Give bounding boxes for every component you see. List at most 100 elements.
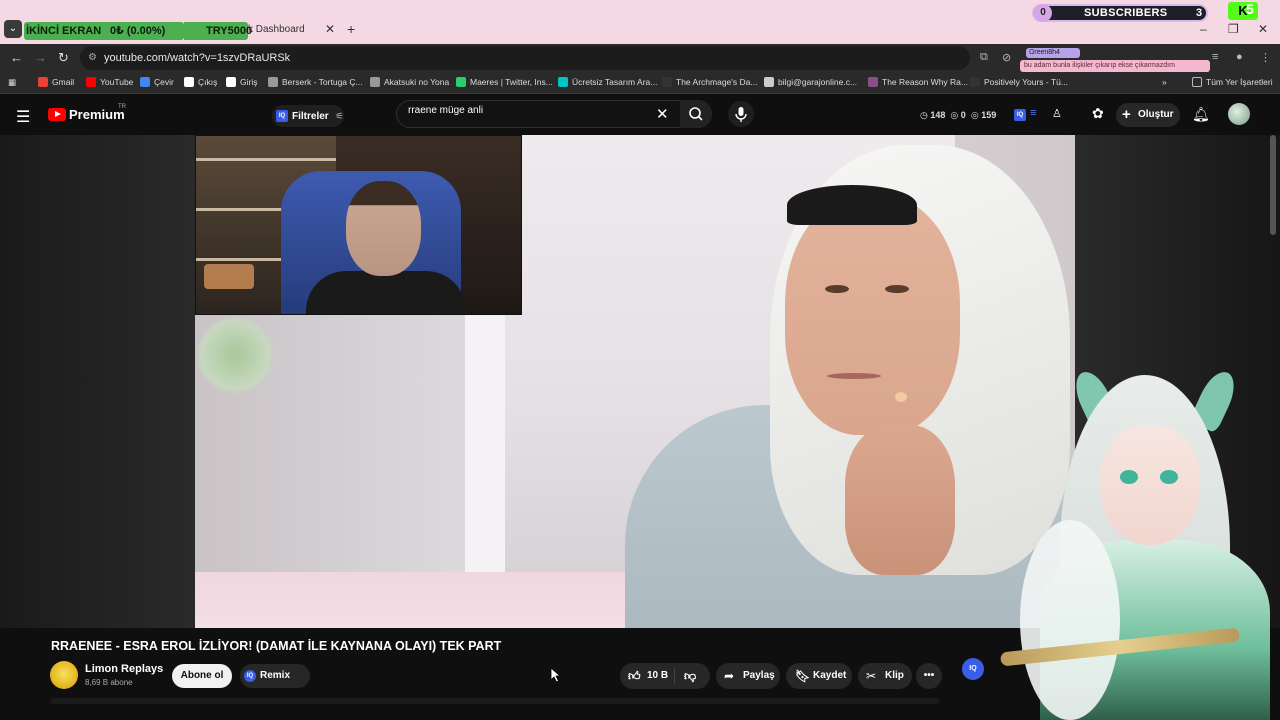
more-actions-button[interactable]: ••• — [916, 663, 942, 689]
search-button[interactable] — [680, 100, 712, 128]
kick-count: 5 — [1246, 1, 1254, 17]
channel-name[interactable]: Limon Replays — [85, 663, 163, 675]
bookmark-label: YouTube — [100, 77, 134, 87]
save-label: Kaydet — [813, 670, 847, 681]
bookmark-item[interactable]: The Reason Why Ra... — [868, 77, 968, 87]
share-button[interactable]: ➦ Paylaş — [716, 663, 780, 689]
bookmark-item[interactable]: Çıkış — [184, 77, 217, 87]
account-avatar[interactable] — [1228, 103, 1250, 125]
bookmark-item[interactable]: Gmail — [38, 77, 74, 87]
bookmark-item[interactable]: Akatsuki no Yona — [370, 77, 449, 87]
tab-close-icon[interactable]: ✕ — [325, 22, 335, 36]
bookmark-favicon-icon — [268, 77, 278, 87]
install-app-icon[interactable]: ⧉ — [980, 51, 988, 64]
donation-goal-progress: 0₺ (0.00%) — [110, 25, 166, 37]
minimize-icon[interactable]: – — [1200, 22, 1207, 36]
back-icon[interactable]: ← — [10, 50, 23, 65]
bookmark-favicon-icon — [140, 77, 150, 87]
menu-icon[interactable]: ☰ — [16, 107, 30, 127]
youtube-logo-icon[interactable] — [48, 108, 66, 121]
donation-goal-label: İKİNCİ EKRAN — [26, 25, 102, 37]
region-code: TR — [118, 104, 126, 110]
reload-icon[interactable]: ↻ — [58, 50, 69, 66]
puzzle-icon[interactable]: ✿ — [1092, 105, 1104, 122]
vtuber-avatar-overlay — [999, 366, 1280, 720]
bookmark-item[interactable]: Positively Yours - Tü... — [970, 77, 1068, 87]
video-eye — [825, 285, 849, 293]
browser-tab-strip: ⌄ İKİNCİ EKRAN 0₺ (0.00%) TRY5000 k Dash… — [0, 0, 1280, 44]
bookmark-favicon-icon — [764, 77, 774, 87]
filters-button[interactable]: IQ Filtreler ⚟ — [272, 105, 344, 127]
bookmark-item[interactable]: Maeres | Twitter, Ins... — [456, 77, 553, 87]
bookmark-favicon-icon — [662, 77, 672, 87]
vtuber-eye — [1120, 470, 1138, 484]
search-value[interactable]: rraene müge anli — [408, 105, 483, 116]
notifications-bell-icon[interactable]: 🔔︎ — [1192, 106, 1210, 123]
vtuber-fur-collar — [1020, 520, 1120, 720]
list-icon[interactable]: ≡ — [1030, 107, 1036, 119]
bookmark-favicon-icon — [456, 77, 466, 87]
ambient-left — [0, 135, 195, 628]
award-icon[interactable]: ♙ — [1052, 107, 1062, 120]
subscribers-label: SUBSCRIBERS — [1084, 7, 1168, 19]
bookmark-label: Giriş — [240, 77, 258, 87]
maximize-icon[interactable]: ❐ — [1228, 22, 1239, 36]
bookmark-item[interactable]: bilgi@garajonline.c... — [764, 77, 857, 87]
donation-goal-bar: İKİNCİ EKRAN 0₺ (0.00%) — [24, 22, 184, 40]
video-lapel-mic — [895, 392, 907, 402]
divider — [674, 668, 675, 684]
eye-icon: ◎ — [950, 110, 959, 120]
youtube-logo-text[interactable]: Premium — [69, 107, 125, 122]
extension-stats: ◷ 148 ◎ 0 ◎ 159 — [920, 110, 996, 121]
more-horizontal-icon: ••• — [923, 670, 935, 681]
donation-goal-target: TRY5000 — [184, 22, 252, 40]
voice-search-button[interactable] — [728, 101, 754, 127]
clear-search-icon[interactable]: ✕ — [656, 105, 669, 123]
site-info-icon[interactable]: ⚙ — [88, 52, 97, 63]
video-eye — [885, 285, 909, 293]
new-tab-icon[interactable]: + — [347, 21, 355, 37]
bookmark-favicon-icon — [370, 77, 380, 87]
url-text[interactable]: youtube.com/watch?v=1szvDRaURSk — [104, 52, 290, 64]
tab-search-chevron-icon[interactable]: ⌄ — [4, 20, 22, 38]
hide-eye-icon[interactable]: ⊘ — [1002, 51, 1011, 64]
remix-button[interactable]: IQ Remix ⌄ — [240, 664, 310, 705]
bookmark-item[interactable]: YouTube — [86, 77, 133, 87]
bookmark-item[interactable]: The Archmage's Da... — [662, 77, 757, 87]
tab-title[interactable]: k Dashboard — [248, 24, 305, 35]
clip-button[interactable]: ✂ Klip — [858, 663, 912, 689]
bookmark-label: The Reason Why Ra... — [882, 77, 968, 87]
subscribe-button[interactable]: Abone ol — [172, 664, 232, 688]
chat-message: bu adam bunla ilişkiler çıkarıp ekse çık… — [1020, 60, 1210, 72]
folder-icon — [1192, 77, 1202, 87]
bookmark-label: Maeres | Twitter, Ins... — [470, 77, 553, 87]
bookmark-item[interactable]: Ücretsiz Tasarım Ara... — [558, 77, 657, 87]
more-bookmarks-icon[interactable]: » — [1162, 77, 1167, 87]
bookmark-item[interactable]: Berserk - Tortuga Ç... — [268, 77, 363, 87]
vtuber-face — [1100, 425, 1200, 545]
all-bookmarks-label: Tüm Yer İşaretleri — [1206, 77, 1273, 87]
dislike-button[interactable]: 👎︎ — [678, 663, 708, 689]
menu-list-icon[interactable]: ≡ — [1212, 51, 1218, 63]
iq-icon[interactable]: IQ — [962, 658, 984, 680]
stat-likes: 159 — [981, 110, 997, 120]
video-headband — [787, 185, 917, 225]
subscribers-current: 0 — [1034, 4, 1052, 22]
bookmark-label: Çıkış — [198, 77, 218, 87]
iq-icon[interactable]: IQ — [1014, 109, 1026, 121]
save-button[interactable]: 🔖︎ Kaydet — [786, 663, 852, 689]
apps-grid-icon[interactable]: ▦ — [8, 77, 16, 88]
close-window-icon[interactable]: ✕ — [1258, 22, 1268, 36]
forward-icon[interactable]: → — [34, 50, 47, 65]
profile-icon[interactable]: ● — [1236, 51, 1243, 63]
channel-avatar[interactable] — [50, 661, 78, 689]
plus-icon: + — [1122, 106, 1131, 123]
page-scrollbar[interactable] — [1270, 135, 1276, 235]
bookmark-label: Gmail — [52, 77, 75, 87]
bookmark-item[interactable]: Giriş — [226, 77, 257, 87]
bookmark-item[interactable]: Çevir — [140, 77, 174, 87]
all-bookmarks[interactable]: Tüm Yer İşaretleri — [1192, 77, 1273, 87]
like-button[interactable]: 👍︎ 10 B — [620, 663, 674, 689]
more-menu-icon[interactable]: ⋮ — [1260, 51, 1271, 64]
create-button[interactable]: + Oluştur — [1116, 103, 1180, 127]
